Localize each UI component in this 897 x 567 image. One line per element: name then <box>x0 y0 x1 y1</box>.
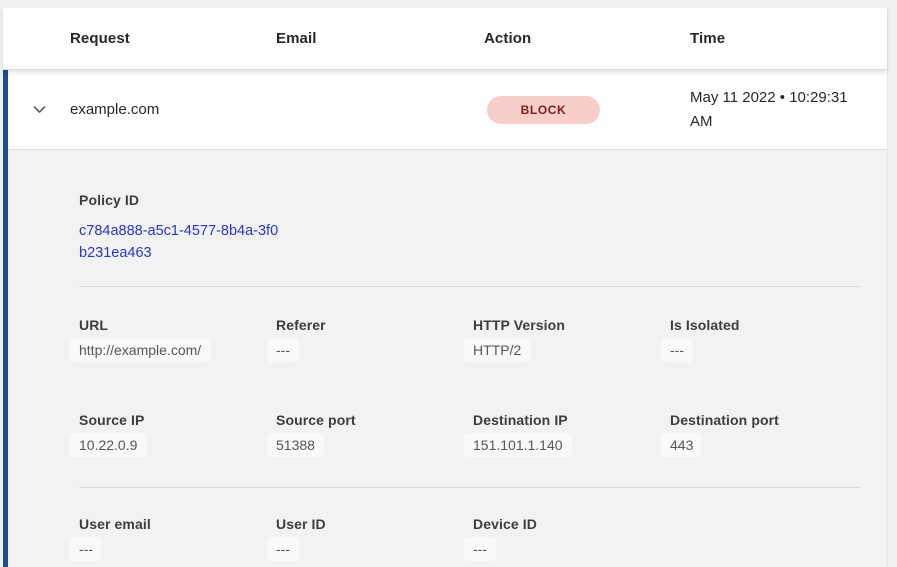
field-referer-label: Referer <box>276 317 473 333</box>
field-device-id: Device ID --- <box>473 516 670 561</box>
field-referer-value: --- <box>267 338 299 362</box>
field-url-value: http://example.com/ <box>70 338 210 362</box>
action-block-badge: BLOCK <box>487 96 600 124</box>
policy-id-field: Policy ID c784a888-a5c1-4577-8b4a-3f0b23… <box>79 192 861 264</box>
field-source-ip-label: Source IP <box>79 412 276 428</box>
field-device-id-value: --- <box>464 537 496 561</box>
policy-id-label: Policy ID <box>79 192 861 208</box>
field-is-isolated-value: --- <box>661 338 693 362</box>
column-header-action: Action <box>484 30 690 47</box>
field-is-isolated-label: Is Isolated <box>670 317 867 333</box>
field-user-email-value: --- <box>70 537 102 561</box>
chevron-down-icon <box>31 101 48 118</box>
field-http-version-value: HTTP/2 <box>464 338 530 362</box>
section-divider <box>79 286 861 287</box>
table-header: Request Email Action Time <box>3 8 887 70</box>
field-user-id: User ID --- <box>276 516 473 561</box>
field-source-ip: Source IP 10.22.0.9 <box>79 412 276 457</box>
request-fields-grid: URL http://example.com/ Referer --- HTTP… <box>79 317 861 457</box>
field-is-isolated: Is Isolated --- <box>670 317 867 362</box>
field-http-version-label: HTTP Version <box>473 317 670 333</box>
field-user-email-label: User email <box>79 516 276 532</box>
section-divider <box>79 487 861 488</box>
expand-toggle-button[interactable] <box>8 101 70 118</box>
row-time-value: May 11 2022 • 10:29:31 AM <box>690 86 868 134</box>
empty-cell <box>670 516 867 561</box>
field-url: URL http://example.com/ <box>79 317 276 362</box>
row-cells: example.com BLOCK May 11 2022 • 10:29:31… <box>70 86 887 134</box>
field-destination-ip: Destination IP 151.101.1.140 <box>473 412 670 457</box>
row-request-value: example.com <box>70 101 276 118</box>
table-row[interactable]: example.com BLOCK May 11 2022 • 10:29:31… <box>8 70 887 150</box>
row-details-panel: Policy ID c784a888-a5c1-4577-8b4a-3f0b23… <box>8 150 887 567</box>
expanded-row-group: example.com BLOCK May 11 2022 • 10:29:31… <box>3 70 887 567</box>
field-destination-ip-value: 151.101.1.140 <box>464 433 572 457</box>
field-destination-ip-label: Destination IP <box>473 412 670 428</box>
field-url-label: URL <box>79 317 276 333</box>
field-source-port: Source port 51388 <box>276 412 473 457</box>
field-user-id-value: --- <box>267 537 299 561</box>
field-source-port-value: 51388 <box>267 433 324 457</box>
field-destination-port-label: Destination port <box>670 412 867 428</box>
field-device-id-label: Device ID <box>473 516 670 532</box>
requests-log-table: Request Email Action Time example.com <box>3 8 888 567</box>
field-http-version: HTTP Version HTTP/2 <box>473 317 670 362</box>
column-header-email: Email <box>276 30 484 47</box>
row-action-cell: BLOCK <box>484 96 690 124</box>
field-referer: Referer --- <box>276 317 473 362</box>
field-destination-port-value: 443 <box>661 433 702 457</box>
user-fields-grid: User email --- User ID --- Device ID --- <box>79 516 861 561</box>
column-header-time: Time <box>690 30 887 47</box>
field-destination-port: Destination port 443 <box>670 412 867 457</box>
page-background: Request Email Action Time example.com <box>0 0 897 567</box>
field-source-ip-value: 10.22.0.9 <box>70 433 146 457</box>
field-source-port-label: Source port <box>276 412 473 428</box>
column-header-request: Request <box>70 30 276 47</box>
policy-id-link[interactable]: c784a888-a5c1-4577-8b4a-3f0b231ea463 <box>79 221 279 264</box>
field-user-id-label: User ID <box>276 516 473 532</box>
field-user-email: User email --- <box>79 516 276 561</box>
